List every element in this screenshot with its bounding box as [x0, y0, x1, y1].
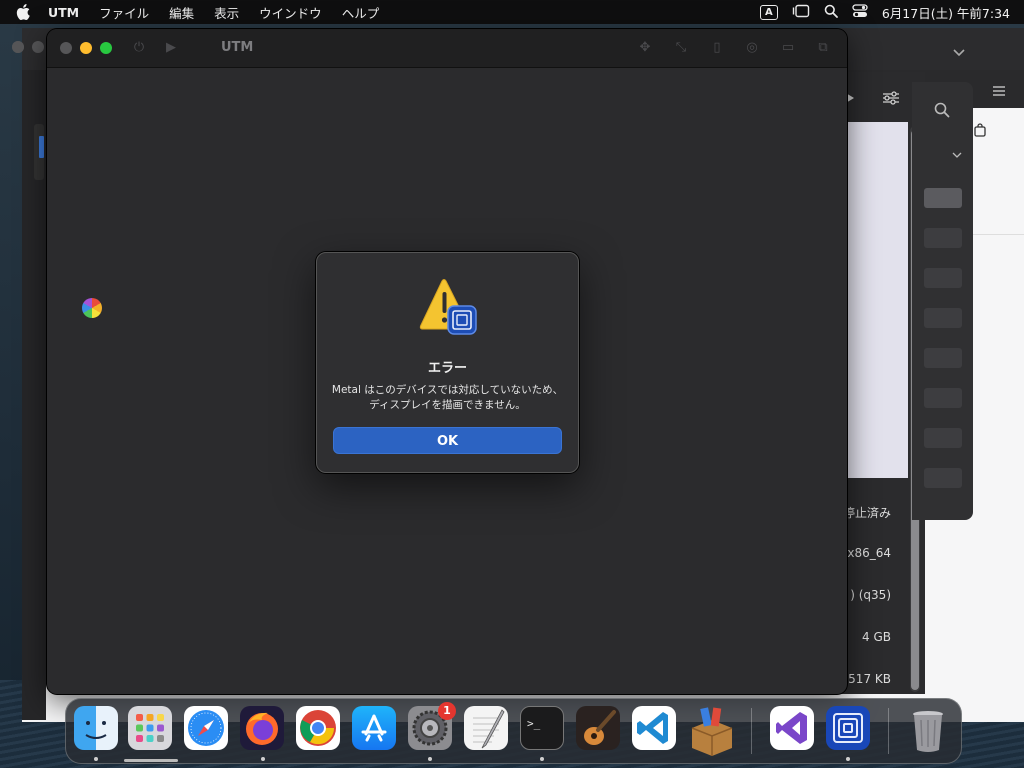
minimize-button[interactable] [80, 42, 92, 54]
menu-bar-extras: A 6月17日(土) 午前7:34 [759, 0, 1010, 24]
list-item[interactable] [924, 468, 962, 488]
shopping-bag-icon[interactable] [974, 122, 986, 141]
menu-view[interactable]: 表示 [214, 3, 239, 22]
vm-memory-value: 4 GB [862, 630, 891, 644]
vm-architecture-value: x86_64 [847, 546, 891, 560]
window-title: UTM [221, 40, 254, 55]
error-alert-dialog: エラー Metal はこのデバイスでは対応していないため、ディスプレイを描画でき… [316, 252, 579, 473]
list-item[interactable] [924, 228, 962, 248]
zoom-button[interactable] [100, 42, 112, 54]
ok-button[interactable]: OK [333, 427, 562, 454]
capture-input-icon[interactable]: ✥ [637, 40, 653, 56]
menu-bar: UTM ファイル 編集 表示 ウインドウ ヘルプ A 6月17日(土) 午前7:… [0, 0, 1024, 24]
notification-badge: 1 [438, 702, 456, 720]
dialog-message: Metal はこのデバイスでは対応していないため、ディスプレイを描画できません。 [331, 384, 564, 411]
menu-file[interactable]: ファイル [99, 3, 149, 22]
vm-machine-value: ) (q35) [850, 588, 891, 602]
input-source-icon[interactable]: A [759, 4, 778, 20]
system-settings-icon[interactable]: 1 [408, 702, 456, 750]
warning-icon [416, 277, 480, 341]
menu-edit[interactable]: 編集 [169, 3, 194, 22]
dialog-title: エラー [427, 361, 467, 376]
safari-icon[interactable] [184, 706, 228, 750]
display-windows-icon[interactable]: ⧉ [815, 40, 831, 56]
menu-app-name[interactable]: UTM [48, 5, 79, 20]
busy-spinner-icon [82, 298, 102, 318]
drive-icon[interactable]: ◎ [744, 40, 760, 56]
firefox-icon[interactable] [240, 706, 284, 750]
svg-text:>_: >_ [527, 717, 541, 730]
play-icon[interactable]: ▶ [163, 40, 179, 56]
settings-sliders-icon[interactable] [882, 90, 900, 109]
list-item[interactable] [924, 188, 962, 208]
chevron-down-icon[interactable] [952, 43, 966, 62]
visual-studio-icon[interactable] [770, 706, 814, 750]
control-center-icon[interactable] [852, 3, 868, 21]
clipboard-icon[interactable]: ▯ [709, 40, 725, 56]
launchpad-progress [124, 759, 178, 762]
textedit-icon[interactable] [464, 706, 508, 750]
vm-size-value: 517 KB [848, 672, 891, 686]
hamburger-menu-icon[interactable] [992, 82, 1006, 101]
resize-icon[interactable]: ⤡ [673, 40, 689, 56]
popover-list-panel [912, 82, 973, 520]
chrome-icon[interactable] [296, 706, 340, 750]
utm-icon[interactable] [826, 706, 870, 750]
chevron-down-icon[interactable] [952, 144, 962, 163]
list-item[interactable] [924, 388, 962, 408]
power-icon[interactable]: ⏻ [131, 40, 147, 56]
stage-manager-icon[interactable] [792, 4, 810, 21]
menu-help[interactable]: ヘルプ [342, 3, 380, 22]
search-icon[interactable] [934, 102, 950, 122]
terminal-icon[interactable]: >_ [520, 706, 564, 750]
spotlight-search-icon[interactable] [824, 4, 838, 21]
vscode-icon[interactable] [632, 706, 676, 750]
list-item[interactable] [924, 428, 962, 448]
list-item[interactable] [924, 348, 962, 368]
menu-clock[interactable]: 6月17日(土) 午前7:34 [882, 3, 1010, 22]
launchpad-icon[interactable] [128, 706, 172, 750]
app-store-icon[interactable] [352, 706, 396, 750]
apple-menu-icon[interactable] [16, 4, 36, 20]
menu-window[interactable]: ウインドウ [259, 3, 322, 22]
sidebar-tab[interactable] [34, 124, 44, 180]
trash-icon[interactable] [906, 706, 950, 752]
list-item[interactable] [924, 268, 962, 288]
window-titlebar: ⏻ ▶ UTM ✥ ⤡ ▯ ◎ ▭ ⧉ [47, 29, 847, 68]
installer-icon[interactable] [686, 706, 733, 756]
dock: 1 >_ [65, 698, 962, 764]
shared-folder-icon[interactable]: ▭ [780, 40, 796, 56]
list-item[interactable] [924, 308, 962, 328]
bg-window-minimize-button[interactable] [32, 41, 44, 53]
close-button[interactable] [60, 42, 72, 54]
bg-window-close-button[interactable] [12, 41, 24, 53]
garageband-icon[interactable] [576, 706, 620, 750]
vm-status-value: 停止済み [842, 506, 891, 520]
finder-icon[interactable] [74, 706, 118, 750]
background-sidebar-strip [22, 70, 46, 720]
